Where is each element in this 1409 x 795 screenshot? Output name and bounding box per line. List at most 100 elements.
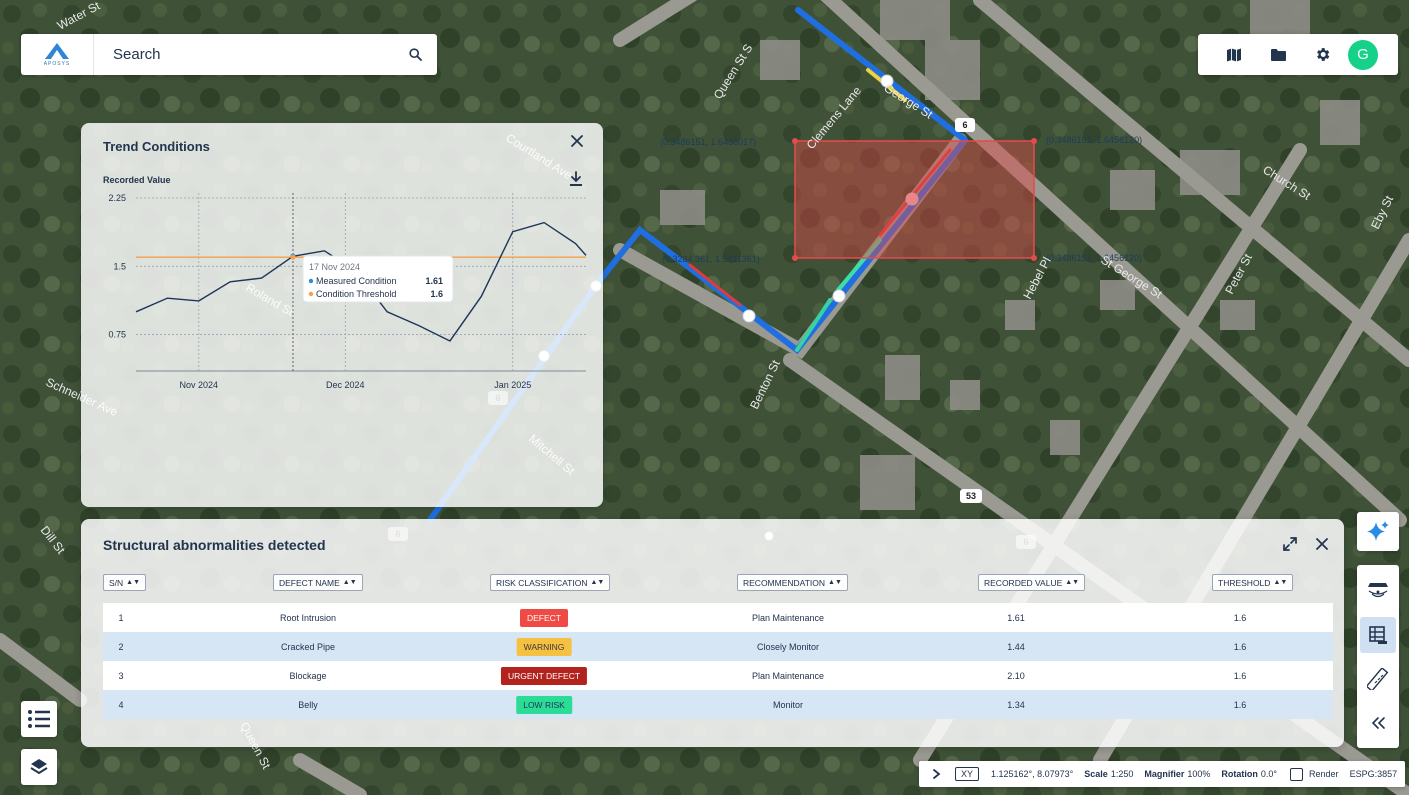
cell-recorded-value: 2.10 <box>1007 670 1025 681</box>
ai-assistant-button[interactable] <box>1357 512 1399 551</box>
risk-badge: URGENT DEFECT <box>500 666 588 685</box>
cell-risk: URGENT DEFECT <box>500 661 588 690</box>
list-icon <box>28 710 50 728</box>
risk-badge: LOW RISK <box>516 695 572 714</box>
scale-readout: Scale 1:250 <box>1084 769 1133 779</box>
column-header-label: S/N <box>109 577 124 588</box>
render-checkbox[interactable] <box>1290 767 1304 781</box>
folder-icon[interactable] <box>1256 34 1300 75</box>
app-logo[interactable]: APOSYS <box>21 34 94 75</box>
tooltip-measured-value: 1.61 <box>425 276 443 286</box>
svg-text:53: 53 <box>966 491 976 501</box>
gear-icon[interactable] <box>1300 34 1344 75</box>
cursor-coordinates: 1.125162°, 8.07973° <box>991 769 1074 779</box>
cell-defect-name: Blockage <box>289 670 327 681</box>
cell-recommendation: Monitor <box>772 699 804 710</box>
cell-threshold: 1.6 <box>1233 670 1247 681</box>
close-icon[interactable] <box>1314 536 1330 552</box>
layers-button[interactable] <box>21 749 57 785</box>
table-row[interactable]: 2 Cracked Pipe WARNING Closely Monitor 1… <box>103 632 1333 661</box>
cell-threshold: 1.6 <box>1233 641 1247 652</box>
abnormalities-table: 1 Root Intrusion DEFECT Plan Maintenance… <box>103 603 1333 719</box>
tooltip-threshold-label: Condition Threshold <box>316 289 396 299</box>
map-icon[interactable] <box>1212 34 1256 75</box>
route-marker: 6 <box>955 118 975 132</box>
column-header-label: DEFECT NAME <box>279 577 340 588</box>
tooltip-threshold-value: 1.6 <box>430 289 443 299</box>
coordinate-mode-toggle[interactable]: XY <box>955 767 980 781</box>
y-tick-label: 1.5 <box>113 261 126 271</box>
threshold-point <box>290 254 296 260</box>
trend-conditions-panel: Trend Conditions Recorded Value 2.25 1.5 0.… <box>81 123 603 507</box>
map-coord-label: (0.3486151, 1.6438017) <box>660 137 756 147</box>
sort-icon: ▲▼ <box>1273 579 1288 586</box>
column-header-defect-name[interactable]: DEFECT NAME ▲▼ <box>273 574 363 591</box>
trend-chart[interactable]: Recorded Value 2.25 1.5 0.75 Nov 2024 Dec 202… <box>81 163 603 463</box>
sort-icon: ▲▼ <box>342 579 357 586</box>
table-row[interactable]: 4 Belly LOW RISK Monitor 1.34 1.6 <box>103 690 1333 719</box>
cell-sn: 2 <box>118 641 124 652</box>
cell-threshold: 1.6 <box>1233 699 1247 710</box>
table-row[interactable]: 1 Root Intrusion DEFECT Plan Maintenance… <box>103 603 1333 632</box>
column-header-sn[interactable]: S/N ▲▼ <box>103 574 147 591</box>
column-header-threshold[interactable]: THRESHOLD ▲▼ <box>1212 574 1294 591</box>
column-header-recommendation[interactable]: RECOMMENDATION ▲▼ <box>737 574 848 591</box>
expand-icon[interactable] <box>1282 536 1298 552</box>
list-view-button[interactable] <box>21 701 57 737</box>
collapse-icon[interactable] <box>1360 705 1396 741</box>
cell-defect-name: Root Intrusion <box>279 612 337 623</box>
cell-risk: WARNING <box>516 632 572 661</box>
cell-recommendation: Plan Maintenance <box>751 670 825 681</box>
trend-panel-title: Trend Conditions <box>103 139 210 154</box>
column-header-recorded-value[interactable]: RECORDED VALUE ▲▼ <box>978 574 1086 591</box>
top-toolbar: G <box>1198 34 1398 75</box>
scale-label: Scale <box>1084 769 1108 779</box>
layers-icon <box>30 759 48 775</box>
tooltip-measured-dot <box>308 278 314 284</box>
pipe-inspection-icon[interactable] <box>1360 573 1396 609</box>
tooltip-threshold-dot <box>308 291 314 297</box>
user-avatar[interactable]: G <box>1348 39 1378 70</box>
tooltip-measured-label: Measured Condition <box>316 276 397 286</box>
side-toolbar <box>1357 565 1399 748</box>
table-row[interactable]: 3 Blockage URGENT DEFECT Plan Maintenanc… <box>103 661 1333 690</box>
cell-risk: LOW RISK <box>516 690 572 719</box>
sort-icon: ▲▼ <box>590 579 605 586</box>
risk-badge: WARNING <box>516 637 572 656</box>
search-icon[interactable] <box>393 48 437 61</box>
cell-recommendation: Closely Monitor <box>756 641 820 652</box>
chevron-right-icon[interactable] <box>929 768 945 780</box>
render-label: Render <box>1309 769 1339 779</box>
abnormalities-title: Structural abnormalities detected <box>103 537 326 553</box>
x-tick-label: Jan 2025 <box>494 380 531 390</box>
rotation-readout: Rotation 0.0° <box>1221 769 1277 779</box>
search-bar[interactable]: APOSYS Search <box>21 34 437 75</box>
cell-defect-name: Belly <box>298 699 318 710</box>
status-bar: XY 1.125162°, 8.07973° Scale 1:250 Magnif… <box>919 761 1405 787</box>
column-header-label: RECOMMENDATION <box>743 577 826 588</box>
y-tick-label: 2.25 <box>108 193 126 203</box>
magnifier-readout: Magnifier 100% <box>1144 769 1210 779</box>
scale-value: 1:250 <box>1110 769 1134 779</box>
map-coord-label: (0.3486151, 1.6456120) <box>1046 253 1142 263</box>
sort-icon: ▲▼ <box>126 579 141 586</box>
y-axis-label: Recorded Value <box>103 175 171 185</box>
column-header-label: RISK CLASSIFICATION <box>496 577 588 588</box>
rotation-label: Rotation <box>1221 769 1258 779</box>
ruler-icon[interactable] <box>1360 661 1396 697</box>
abnormalities-panel: Structural abnormalities detected S/N ▲▼ … <box>81 519 1344 747</box>
column-header-risk[interactable]: RISK CLASSIFICATION ▲▼ <box>490 574 611 591</box>
table-layers-icon[interactable] <box>1360 617 1396 653</box>
x-tick-label: Nov 2024 <box>180 380 219 390</box>
search-input[interactable]: Search <box>94 46 393 63</box>
cell-risk: DEFECT <box>520 603 568 632</box>
cell-sn: 3 <box>118 670 124 681</box>
epsg-code: ESPG:3857 <box>1349 769 1398 779</box>
svg-text:6: 6 <box>962 120 967 130</box>
column-header-label: THRESHOLD <box>1218 577 1271 588</box>
cell-recorded-value: 1.44 <box>1007 641 1025 652</box>
map-coord-label: (0.3486151, 1.6456120) <box>1046 135 1142 145</box>
magnifier-label: Magnifier <box>1144 769 1185 779</box>
close-icon[interactable] <box>569 133 585 149</box>
sort-icon: ▲▼ <box>828 579 842 586</box>
